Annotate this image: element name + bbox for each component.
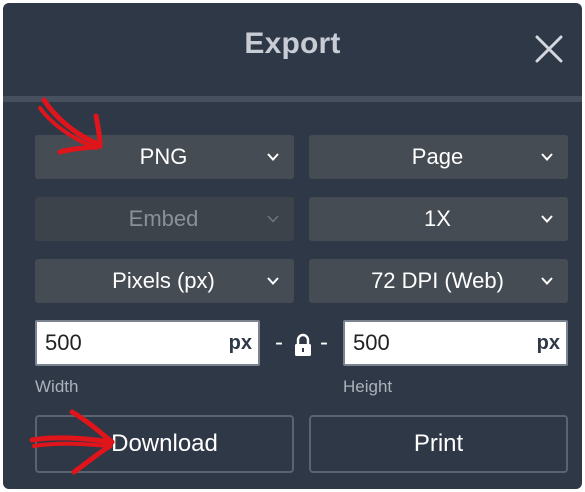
- dpi-select[interactable]: 72 DPI (Web): [309, 259, 568, 303]
- format-select-value: PNG: [139, 144, 188, 169]
- download-button[interactable]: Download: [35, 415, 294, 473]
- chevron-down-icon: [267, 215, 279, 223]
- chevron-down-icon: [267, 153, 279, 161]
- lock-icon[interactable]: [292, 333, 314, 357]
- scale-select[interactable]: 1X: [309, 197, 568, 241]
- chevron-down-icon: [541, 277, 553, 285]
- scope-select[interactable]: Page: [309, 135, 568, 179]
- print-button[interactable]: Print: [309, 415, 568, 473]
- height-unit: px: [536, 332, 560, 354]
- embed-select-value: Embed: [128, 206, 199, 231]
- units-select[interactable]: Pixels (px): [35, 259, 294, 303]
- height-field: px: [343, 320, 568, 366]
- width-input[interactable]: [45, 322, 195, 364]
- width-label: Width: [35, 377, 79, 396]
- close-icon[interactable]: [533, 33, 565, 65]
- lock-dash-left: -: [275, 329, 283, 356]
- scale-select-value: 1X: [424, 206, 451, 231]
- header-divider: [3, 96, 582, 102]
- width-field: px: [35, 320, 260, 366]
- chevron-down-icon: [267, 277, 279, 285]
- dialog-title: Export: [244, 27, 341, 60]
- chevron-down-icon: [541, 215, 553, 223]
- height-label: Height: [343, 377, 393, 396]
- dialog-header: Export: [3, 3, 582, 96]
- lock-dash-right: -: [320, 329, 328, 356]
- height-input[interactable]: [353, 322, 503, 364]
- units-select-value: Pixels (px): [112, 268, 215, 293]
- embed-select: Embed: [35, 197, 294, 241]
- dpi-select-value: 72 DPI (Web): [371, 268, 504, 293]
- aspect-lock-group: - -: [271, 327, 339, 361]
- format-select[interactable]: PNG: [35, 135, 294, 179]
- width-unit: px: [228, 332, 252, 354]
- export-dialog: Export PNG Page Embed 1X Pixels (px) 72 …: [3, 3, 582, 489]
- scope-select-value: Page: [411, 144, 464, 169]
- chevron-down-icon: [541, 153, 553, 161]
